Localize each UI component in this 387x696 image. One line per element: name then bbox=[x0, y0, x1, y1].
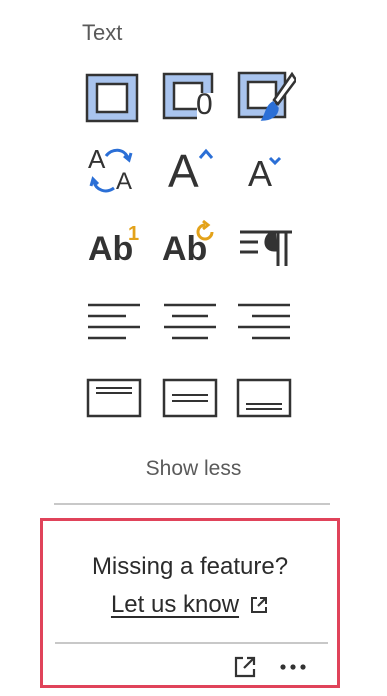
align-middle-icon bbox=[162, 378, 218, 418]
align-bottom-icon bbox=[236, 378, 292, 418]
change-case-arrows-icon bbox=[89, 148, 133, 193]
paint-brush-icon bbox=[237, 71, 296, 121]
superscript-one: 1 bbox=[128, 223, 140, 245]
more-options-icon[interactable] bbox=[279, 663, 307, 671]
refresh-icon bbox=[196, 219, 214, 241]
section-divider bbox=[54, 503, 330, 505]
paragraph-mark-icon bbox=[240, 230, 292, 266]
external-link-icon[interactable] bbox=[249, 595, 269, 615]
missing-feature-text: Missing a feature? bbox=[91, 553, 289, 580]
paint-borders-button[interactable] bbox=[236, 70, 296, 126]
show-less-button[interactable]: Show less bbox=[0, 457, 387, 481]
align-center-button[interactable] bbox=[160, 294, 220, 350]
align-top-icon bbox=[86, 378, 142, 418]
shrink-font-button[interactable]: A bbox=[236, 142, 296, 198]
caret-down-icon bbox=[268, 156, 282, 166]
let-us-know-row: Let us know bbox=[43, 591, 337, 619]
align-bottom-button[interactable] bbox=[234, 370, 294, 426]
cell-margins-icon bbox=[85, 73, 139, 123]
align-middle-button[interactable] bbox=[160, 370, 220, 426]
change-case-button[interactable]: A A bbox=[82, 142, 142, 198]
section-title: Text bbox=[82, 20, 123, 45]
align-right-icon bbox=[238, 303, 290, 340]
superscript-button[interactable]: Ab 1 bbox=[82, 218, 142, 274]
no-spacing-button[interactable]: 0 bbox=[160, 70, 220, 126]
pop-out-icon[interactable] bbox=[233, 655, 257, 679]
let-us-know-link[interactable]: Let us know bbox=[111, 591, 239, 619]
feedback-panel: Missing a feature? Let us know bbox=[40, 518, 340, 688]
caret-up-icon bbox=[198, 148, 214, 159]
cell-margins-button[interactable] bbox=[82, 70, 142, 126]
align-right-button[interactable] bbox=[234, 294, 294, 350]
feedback-divider bbox=[55, 642, 328, 644]
align-left-button[interactable] bbox=[84, 294, 144, 350]
clear-formatting-button[interactable]: Ab bbox=[160, 218, 220, 274]
paragraph-marks-button[interactable] bbox=[236, 218, 296, 274]
align-top-button[interactable] bbox=[84, 370, 144, 426]
no-spacing-zero-label: 0 bbox=[196, 88, 213, 121]
superscript-ab: Ab bbox=[88, 230, 134, 268]
panel-actions bbox=[233, 655, 307, 679]
align-left-icon bbox=[88, 303, 140, 340]
grow-font-button[interactable]: A bbox=[160, 142, 220, 198]
align-center-icon bbox=[164, 303, 216, 340]
